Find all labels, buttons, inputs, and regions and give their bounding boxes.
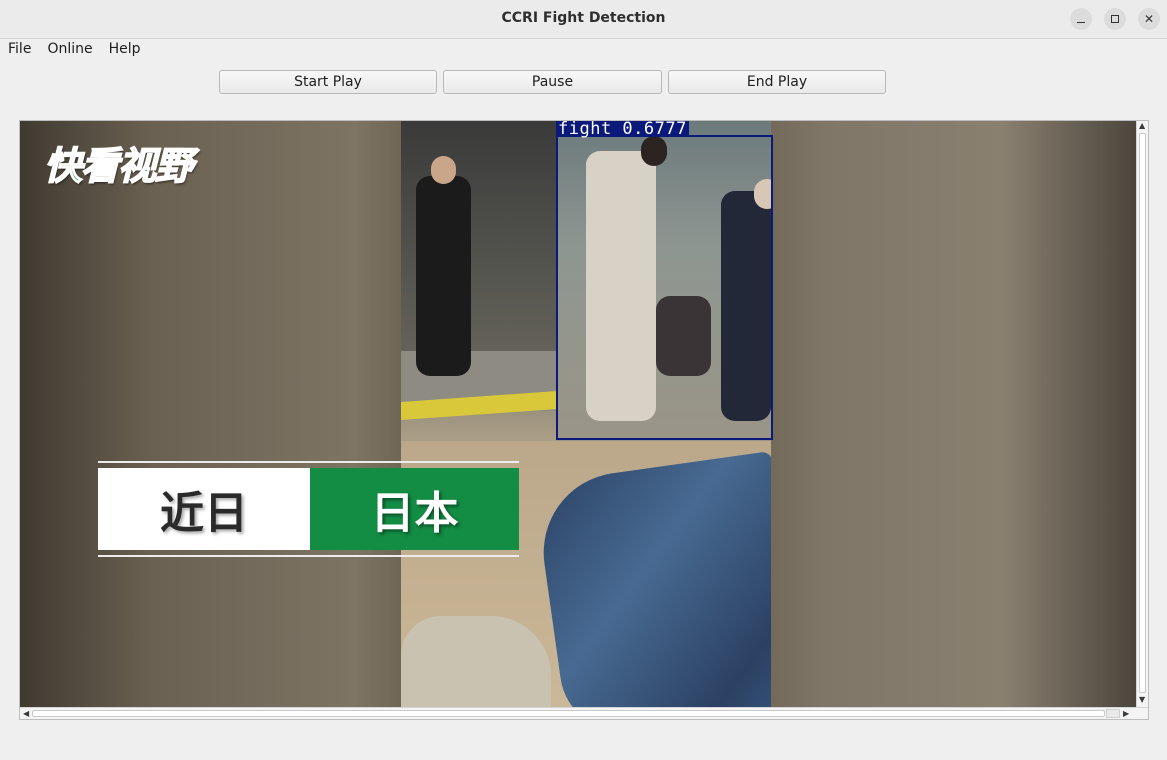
window-title: CCRI Fight Detection [501,10,666,26]
caption-banner: 近日 日本 [98,461,519,557]
banner-rule [98,555,519,557]
close-icon: ✕ [1143,12,1155,26]
scroll-down-icon[interactable]: ▼ [1139,695,1145,705]
start-play-button[interactable]: Start Play [219,70,437,94]
menu-file[interactable]: File [0,38,37,60]
horizontal-scrollbar[interactable]: ◀ ▶ [20,707,1148,719]
channel-logo: 快看视野 [43,143,194,189]
person-head [431,156,456,184]
vertical-scrollbar[interactable]: ▲ ▼ [1136,121,1148,707]
scroll-left-icon[interactable]: ◀ [23,709,29,719]
video-frame: 快看视野 近日 日本 fight 0.6777 [20,121,1136,707]
title-bar[interactable]: CCRI Fight Detection ✕ [0,0,1167,39]
app-window: CCRI Fight Detection ✕ File Online Help … [0,0,1167,760]
scroll-right-icon[interactable]: ▶ [1123,709,1129,719]
menu-online[interactable]: Online [39,38,98,60]
vertical-scroll-thumb[interactable] [1139,133,1146,693]
detection-label: fight 0.6777 [556,121,689,139]
banner-rule [98,461,519,463]
close-button[interactable]: ✕ [1138,8,1160,30]
caption-left: 近日 [98,468,310,550]
scroll-up-icon[interactable]: ▲ [1139,121,1145,131]
horizontal-scroll-thumb[interactable] [32,710,1105,717]
maximize-icon [1111,15,1119,23]
caption-right: 日本 [310,468,519,550]
maximize-button[interactable] [1104,8,1126,30]
minimize-button[interactable] [1070,8,1092,30]
scroll-track-end [1106,709,1120,718]
detection-box [556,135,773,440]
video-scroll-area[interactable]: 快看视野 近日 日本 fight 0.6777 ▲ ▼ ◀ ▶ [19,120,1149,720]
end-play-button[interactable]: End Play [668,70,886,94]
pause-button[interactable]: Pause [443,70,662,94]
menu-bar: File Online Help [0,38,1167,60]
foreground-cloth [401,616,551,707]
person-figure [416,176,471,376]
minimize-icon [1077,21,1085,23]
menu-help[interactable]: Help [101,38,147,60]
